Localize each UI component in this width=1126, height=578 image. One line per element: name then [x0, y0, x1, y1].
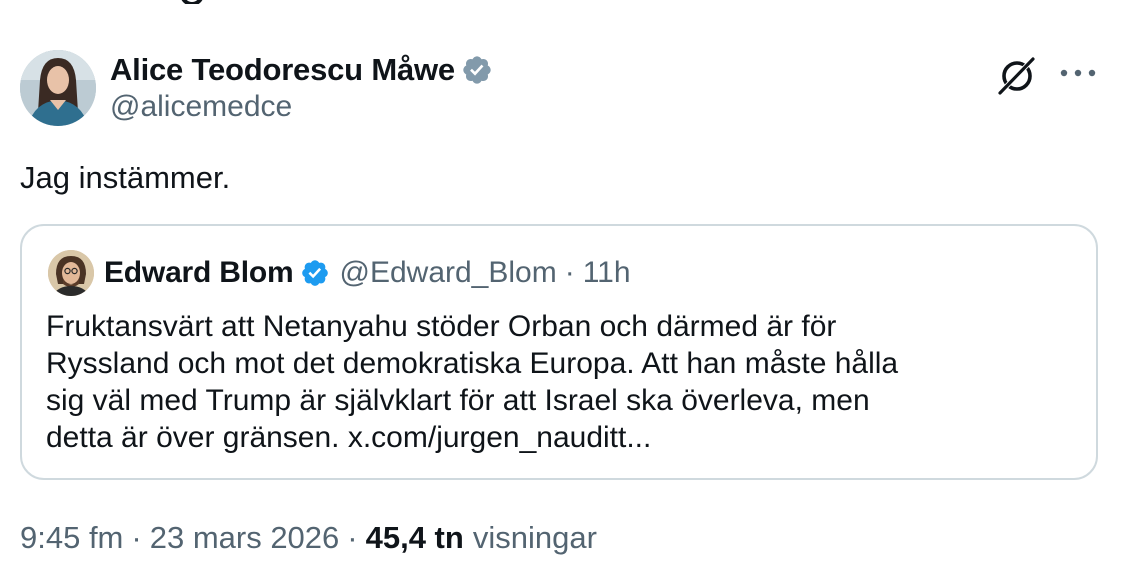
- separator-dot: ·: [347, 520, 358, 555]
- separator-dot: ·: [564, 256, 575, 289]
- quoted-text-line: sig väl med Trump är självklart för att …: [46, 384, 870, 417]
- author-handle[interactable]: @alicemedce: [110, 90, 292, 124]
- quoted-text-line: Fruktansvärt att Netanyahu stöder Orban …: [46, 310, 837, 343]
- author-avatar[interactable]: [20, 50, 96, 126]
- quoted-text-line: detta är över gränsen. x.com/jurgen_naud…: [46, 421, 652, 454]
- separator-dot: ·: [131, 520, 142, 555]
- post-text: Jag instämmer.: [20, 160, 231, 195]
- post-date[interactable]: 23 mars 2026: [150, 520, 340, 556]
- verified-badge-icon: [461, 54, 493, 86]
- more-icon[interactable]: [1058, 62, 1098, 84]
- quoted-author-avatar: [48, 250, 94, 296]
- quoted-author-name: Edward Blom: [104, 256, 294, 289]
- quoted-post-card[interactable]: Edward Blom @Edward_Blom · 11h Fruktansv…: [20, 224, 1098, 480]
- author-name-row: Alice Teodorescu Måwe: [110, 50, 493, 90]
- quoted-text-line: Ryssland och mot det demokratiska Europa…: [46, 347, 899, 380]
- previous-post-fragment: [180, 0, 250, 4]
- grok-icon[interactable]: [996, 54, 1038, 96]
- post-time[interactable]: 9:45 fm: [20, 520, 123, 556]
- views-label: visningar: [472, 520, 597, 555]
- quoted-author-handle: @Edward_Blom: [339, 256, 557, 289]
- post-meta: 9:45 fm · 23 mars 2026 · 45,4 tn visning…: [20, 520, 597, 556]
- views-count: 45,4 tn: [365, 520, 464, 555]
- quoted-post-text: Fruktansvärt att Netanyahu stöder Orban …: [46, 308, 1076, 456]
- quoted-post-time: 11h: [582, 256, 631, 289]
- author-name[interactable]: Alice Teodorescu Måwe: [110, 52, 455, 88]
- verified-badge-icon: [300, 258, 330, 288]
- quoted-post-header: Edward Blom @Edward_Blom · 11h: [48, 250, 631, 296]
